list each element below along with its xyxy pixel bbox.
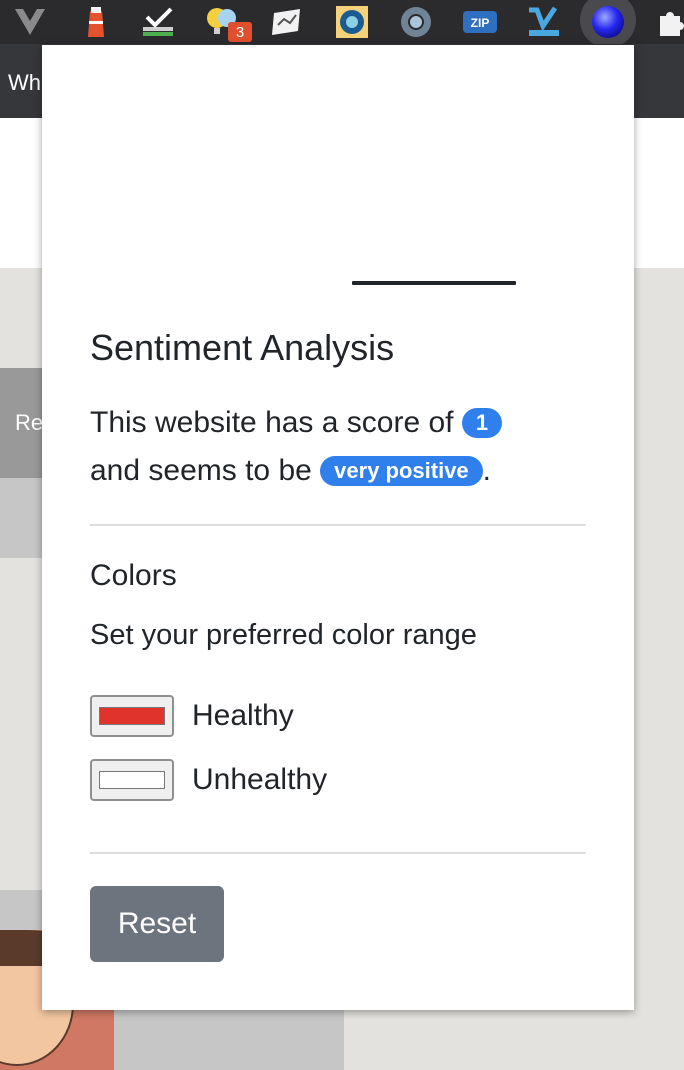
- extension-popup: Sentiment Analysis This website has a sc…: [42, 45, 634, 1010]
- unhealthy-color-picker[interactable]: [90, 759, 174, 801]
- browser-toolbar: 3 ZIP: [0, 0, 684, 48]
- score-text-2: and seems to be: [90, 454, 312, 487]
- sentiment-orb-icon[interactable]: [590, 4, 626, 40]
- sentiment-badge: very positive: [320, 456, 483, 486]
- section-divider: [90, 524, 586, 526]
- vimeo-icon[interactable]: [526, 4, 562, 40]
- healthy-color-picker[interactable]: [90, 695, 174, 737]
- zip-label: ZIP: [471, 16, 490, 30]
- page-side-tab-text: Re: [15, 410, 44, 435]
- score-text-1: This website has a score of: [90, 406, 454, 439]
- note-icon[interactable]: [268, 4, 304, 40]
- extension-blue-icon[interactable]: [334, 4, 370, 40]
- score-badge: 1: [461, 408, 503, 438]
- score-text-end: .: [482, 454, 492, 487]
- vue-devtools-icon[interactable]: [12, 4, 48, 40]
- checkmark-icon[interactable]: [140, 4, 176, 40]
- page-header-text: Wh: [8, 70, 41, 95]
- puzzle-icon[interactable]: [652, 4, 684, 40]
- colors-description: Set your preferred color range: [90, 619, 477, 651]
- healthy-color-swatch: [99, 707, 165, 725]
- colors-heading: Colors: [90, 559, 177, 592]
- unhealthy-color-row: Unhealthy: [90, 759, 327, 801]
- score-description: This website has a score of 1 and seems t…: [90, 399, 590, 495]
- page-grey-block: [0, 478, 44, 558]
- unhealthy-color-swatch: [99, 771, 165, 789]
- popup-divider-accent: [352, 281, 516, 285]
- section-divider-bottom: [90, 852, 586, 854]
- healthy-label: Healthy: [192, 699, 294, 732]
- lighthouse-icon[interactable]: [78, 4, 114, 40]
- notification-count-badge: 3: [228, 22, 252, 42]
- circle-arrow-icon[interactable]: [398, 4, 434, 40]
- zip-icon[interactable]: ZIP: [462, 4, 498, 40]
- unhealthy-label: Unhealthy: [192, 763, 328, 796]
- reset-button[interactable]: Reset: [90, 886, 224, 962]
- healthy-color-row: Healthy: [90, 695, 294, 737]
- popup-title: Sentiment Analysis: [90, 327, 395, 368]
